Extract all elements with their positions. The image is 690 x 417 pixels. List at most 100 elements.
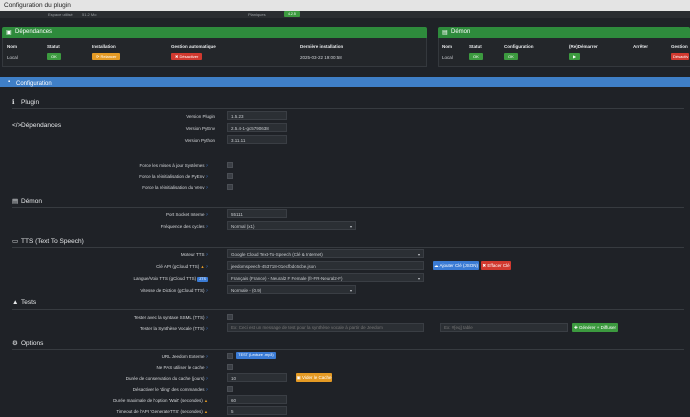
freq-label: Fréquence des cycles ? <box>160 224 208 229</box>
col-gestion-auto: Gestion automatique <box>171 44 216 49</box>
help-icon: ? <box>205 354 208 359</box>
url-test-button[interactable]: TEST (Lecture .mp3) <box>236 352 276 359</box>
chevron-down-icon: ▾ <box>349 224 352 229</box>
lang-badge: ZTS <box>197 277 208 282</box>
window-titlebar: Configuration du plugin <box>0 0 690 11</box>
disk-label: Espace utilisé <box>48 12 73 17</box>
demon-col-stop: Arrêter <box>633 44 649 49</box>
version-python-field: 3.11.11 <box>227 135 287 144</box>
divider <box>12 349 684 350</box>
key-field[interactable]: jeedomspeech-453718-01ecfbdc6cbe.json <box>227 261 424 270</box>
help-icon: ? <box>205 376 208 381</box>
version-badge: 4.2.5 <box>284 11 300 17</box>
dep-desactiver-button[interactable]: ✖ Désactiver <box>171 53 203 60</box>
col-nom: Nom <box>7 44 17 49</box>
lang-label: Langue/Voix TTS (gCloud TTS) ZTS <box>133 276 208 282</box>
freq-select[interactable]: Normal (x1) ▾ <box>227 221 356 230</box>
demon-icon: ▤ <box>442 30 448 36</box>
key-label: Clé API (gCloud TTS) ▲ ? <box>156 264 208 269</box>
col-derniere-install: Dernière installation <box>300 44 344 49</box>
section-tests: ▲ Tests <box>12 299 37 306</box>
ssml-label: Tester avec la syntaxe SSML (TTS) ? <box>133 315 208 320</box>
help-icon: ? <box>205 387 208 392</box>
force-update-checkbox[interactable] <box>227 162 233 168</box>
force-update-label: Force les mises à jour Systèmes ? <box>139 163 208 168</box>
chevron-down-icon: ▾ <box>349 288 352 293</box>
nocache-checkbox[interactable] <box>227 364 233 370</box>
warning-icon: ▲ <box>204 409 208 414</box>
col-statut: Statut <box>47 44 60 49</box>
dependances-panel-header: ▣ Dépendances <box>2 27 427 38</box>
synth-input[interactable] <box>227 323 424 332</box>
demon-title: Démon <box>451 29 471 35</box>
help-icon: ? <box>205 212 208 217</box>
help-icon: ? <box>205 326 208 331</box>
flask-icon: ▲ <box>12 299 19 306</box>
divider <box>12 207 684 208</box>
divider <box>12 247 684 248</box>
dependances-panel: Nom Statut Installation Gestion automati… <box>2 38 427 67</box>
dep-last-install: 2025-03-22 19:00:58 <box>300 55 342 60</box>
divider <box>12 108 684 109</box>
section-plugin: ℹ Plugin <box>12 99 40 106</box>
port-label: Port Socket Interne ? <box>165 212 208 217</box>
timeout-field[interactable]: 5 <box>227 406 287 415</box>
relancer-button[interactable]: ⟳ Relancer <box>92 53 121 60</box>
col-installation: Installation <box>92 44 116 49</box>
chevron-down-icon: ▾ <box>417 276 420 281</box>
demon-panel: Nom Statut Configuration (Re)Démarrer Ar… <box>438 38 690 67</box>
demon-desactiver-button[interactable]: Désactiv <box>671 53 689 60</box>
help-icon: ? <box>205 315 208 320</box>
player-input[interactable] <box>440 323 568 332</box>
lang-select[interactable]: Français (France) - Neural2 F Female (fr… <box>227 273 424 282</box>
force-pyenv-checkbox[interactable] <box>227 173 233 179</box>
section-demon: ▤ Démon <box>12 198 42 205</box>
clear-cache-button[interactable]: ▣ Vider le Cache <box>296 373 332 382</box>
disk-value: 51.2 Mo <box>82 12 97 17</box>
version-plugin-label: Version Plugin <box>186 114 215 119</box>
force-venv-label: Force la réinitialisation du Venv ? <box>142 185 208 190</box>
wait-field[interactable]: 60 <box>227 395 287 404</box>
info-icon: ℹ <box>12 99 15 106</box>
demon-panel-header: ▤ Démon <box>438 27 690 38</box>
section-options: ⚙ Options <box>12 340 44 347</box>
ding-checkbox[interactable] <box>227 386 233 392</box>
configuration-header: ▪ Configuration <box>0 77 690 87</box>
help-icon: ? <box>205 174 208 179</box>
force-venv-checkbox[interactable] <box>227 184 233 190</box>
restart-button[interactable]: ▶ <box>569 53 581 60</box>
nocache-label: Ne PAS utiliser le cache ? <box>156 365 208 370</box>
help-icon: ? <box>205 252 208 257</box>
force-pyenv-label: Force la réinitialisation de PyEnv ? <box>139 174 208 179</box>
port-field[interactable]: 55111 <box>227 209 287 218</box>
chevron-down-icon: ▾ <box>417 252 420 257</box>
help-icon: ? <box>205 163 208 168</box>
version-pyenv-field: 2.5.4-1-gc5790638 <box>227 123 287 132</box>
demon-col-nom: Nom <box>442 44 452 49</box>
code-icon: </> <box>12 122 22 129</box>
speed-select[interactable]: Normale - (0.9) ▾ <box>227 285 356 294</box>
speed-label: Vitesse de Diction (gCloud TTS) ? <box>140 288 208 293</box>
server-icon: ▤ <box>12 198 19 205</box>
help-icon: ? <box>205 185 208 190</box>
add-key-button[interactable]: ☁ Ajouter Clé (JSON) <box>433 261 479 270</box>
dep-status-badge: OK <box>47 53 61 60</box>
ssml-checkbox[interactable] <box>227 314 233 320</box>
info-strip: Espace utilisé 51.2 Mo Planiques 4.2.5 <box>0 11 690 18</box>
section-tts: ▭ TTS (Text To Speech) <box>12 238 84 245</box>
help-icon: ? <box>205 288 208 293</box>
engine-select[interactable]: Google Cloud Text-To-Speech (Clé & Inter… <box>227 249 424 258</box>
help-icon: ? <box>205 365 208 370</box>
delete-key-button[interactable]: ✖ Effacer Clé <box>481 261 511 270</box>
planning-label: Planiques <box>248 12 266 17</box>
section-dependances: </>Dépendances <box>12 122 62 129</box>
generate-button[interactable]: ✚ Générer + Diffuser <box>572 323 618 332</box>
gear-icon: ⚙ <box>12 340 18 347</box>
cache-days-field[interactable]: 10 <box>227 373 287 382</box>
url-checkbox[interactable] <box>227 353 233 359</box>
dependances-icon: ▣ <box>6 30 12 36</box>
url-label: URL Jeedom Externe ? <box>161 354 208 359</box>
cache-days-label: Durée de conservation du cache (jours) ? <box>125 376 208 381</box>
wait-label: Durée maximale de l'option 'Wait' (secon… <box>113 398 208 403</box>
ding-label: Désactiver le 'ding' des commandes ? <box>132 387 208 392</box>
